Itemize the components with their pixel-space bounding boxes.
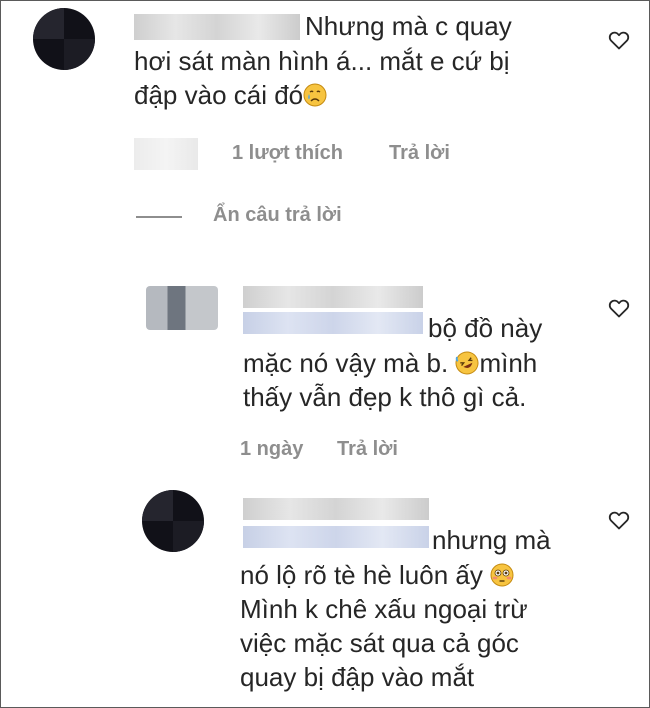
comment-text-line: thấy vẫn đẹp k thô gì cả. (243, 382, 527, 412)
comment-text-line: hơi sát màn hình á... mắt e cứ bị (134, 46, 510, 76)
like-count[interactable]: 1 lượt thích (232, 142, 343, 165)
comment-text-line-with-emoji: mặc nó vậy mà b. mình (243, 347, 537, 379)
blurred-meta (134, 138, 198, 170)
reply-button[interactable]: Trả lời (337, 438, 398, 461)
comment-text: đập vào cái đó (134, 80, 304, 110)
reply-button[interactable]: Trả lời (389, 142, 450, 165)
comment-text-line: bộ đồ này (428, 313, 543, 343)
comment-text-line: Nhưng mà c quay (305, 11, 512, 41)
blurred-username[interactable] (243, 498, 429, 520)
blurred-username[interactable] (134, 14, 300, 40)
comment-text-line: quay bị đập vào mắt (240, 662, 475, 692)
avatar[interactable] (142, 490, 204, 552)
comment-text: mình (479, 348, 538, 378)
crying-face-icon (303, 83, 327, 107)
blurred-username[interactable] (243, 526, 429, 548)
comment-time: 1 ngày (240, 438, 304, 460)
blurred-username[interactable] (243, 312, 423, 334)
rofl-face-icon (455, 351, 479, 375)
comment-text-line: Mình k chê xấu ngoại trừ (240, 594, 528, 624)
hide-replies-button[interactable]: Ẩn câu trả lời (213, 204, 342, 227)
avatar[interactable] (33, 8, 95, 70)
heart-outline-icon[interactable] (607, 296, 631, 320)
comment-text-line-with-emoji: đập vào cái đó (134, 79, 327, 111)
hide-replies-line (136, 216, 182, 218)
avatar[interactable] (146, 286, 218, 330)
heart-outline-icon[interactable] (607, 508, 631, 532)
comment-text-line-with-emoji: nó lộ rõ tè hè luôn ấy (240, 559, 514, 591)
flushed-face-icon (490, 563, 514, 587)
blurred-username[interactable] (243, 286, 423, 308)
comment-text-line: việc mặc sát qua cả góc (240, 628, 519, 658)
comment-text-line: nhưng mà (432, 525, 551, 555)
comment-text: nó lộ rõ tè hè luôn ấy (240, 560, 483, 590)
comment-text: mặc nó vậy mà b. (243, 348, 449, 378)
heart-outline-icon[interactable] (607, 28, 631, 52)
